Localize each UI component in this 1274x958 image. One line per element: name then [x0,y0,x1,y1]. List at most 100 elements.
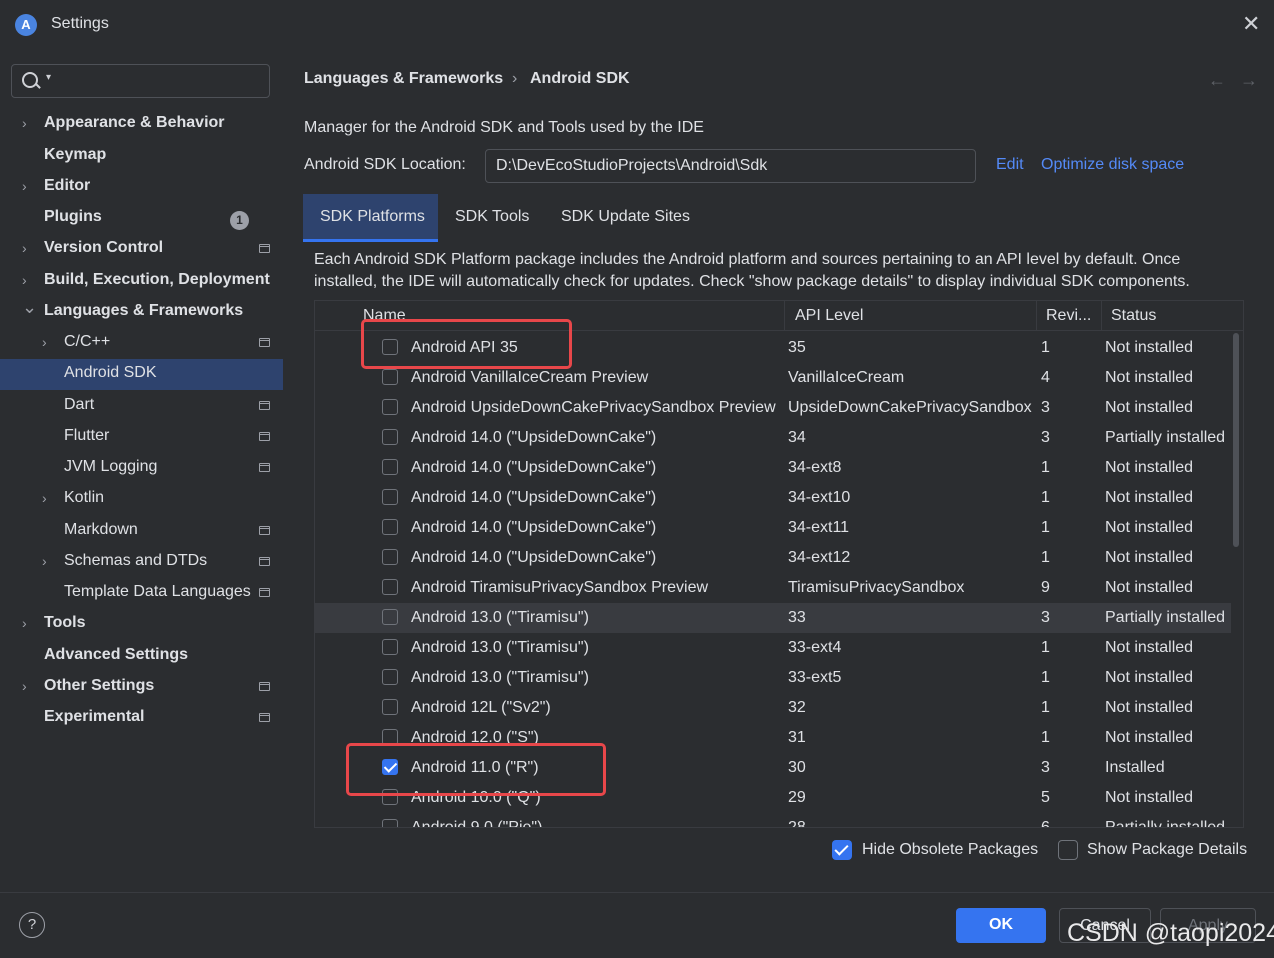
package-checkbox[interactable] [382,789,398,805]
table-row[interactable]: Android API 35 35 1 Not installed [315,333,1231,363]
package-checkbox[interactable] [382,579,398,595]
breadcrumb-current: Android SDK [530,70,630,87]
hide-obsolete-checkbox[interactable] [832,840,852,860]
package-checkbox[interactable] [382,699,398,715]
back-arrow-icon[interactable]: ← [1208,70,1226,91]
chevron-right-icon[interactable]: › [22,272,27,288]
table-row[interactable]: Android 9.0 ("Pie") 28 6 Partially installe… [315,813,1231,827]
sidebar-item-appearance-behavior[interactable]: › Appearance & Behavior [0,109,283,140]
table-row[interactable]: Android 14.0 ("UpsideDownCake") 34 3 Partia… [315,423,1231,453]
sidebar-item-jvm-logging[interactable]: JVM Logging [0,453,283,484]
package-checkbox[interactable] [382,639,398,655]
sidebar-item-editor[interactable]: › Editor [0,172,283,203]
table-scrollbar[interactable] [1233,333,1239,547]
project-settings-icon [259,713,270,722]
column-header-revision[interactable]: Revi... [1046,307,1091,325]
sidebar-item-label: Markdown [64,521,138,538]
table-row[interactable]: Android 11.0 ("R") 30 3 Installed [315,753,1231,783]
package-checkbox[interactable] [382,429,398,445]
sidebar-item-markdown[interactable]: Markdown [0,516,283,547]
api-level-cell: 33-ext5 [788,669,842,686]
sdk-location-field[interactable]: D:\DevEcoStudioProjects\Android\Sdk [485,149,976,183]
package-checkbox[interactable] [382,489,398,505]
sidebar-item-android-sdk[interactable]: Android SDK [0,359,283,390]
tab-sdk-platforms[interactable]: SDK Platforms [303,194,438,242]
close-icon[interactable]: ✕ [1242,13,1260,35]
edit-link[interactable]: Edit [996,156,1024,174]
package-checkbox[interactable] [382,339,398,355]
revision-cell: 9 [1041,579,1050,596]
table-row[interactable]: Android 14.0 ("UpsideDownCake") 34-ext12 1… [315,543,1231,573]
sidebar-item-template-data-languages[interactable]: Template Data Languages [0,578,283,609]
package-name-cell: Android 13.0 ("Tiramisu") [411,639,589,656]
sidebar-item-kotlin[interactable]: › Kotlin [0,484,283,515]
chevron-down-icon[interactable]: ▾ [46,72,51,83]
sidebar-item-build-execution-deployment[interactable]: › Build, Execution, Deployment [0,266,283,297]
table-row[interactable]: Android 14.0 ("UpsideDownCake") 34-ext8 1 N… [315,453,1231,483]
sidebar-item-other-settings[interactable]: › Other Settings [0,672,283,703]
search-input[interactable]: ▾ [11,64,270,98]
hide-obsolete-label[interactable]: Hide Obsolete Packages [862,841,1038,859]
package-checkbox[interactable] [382,729,398,745]
table-row[interactable]: Android 13.0 ("Tiramisu") 33-ext5 1 Not ins… [315,663,1231,693]
chevron-right-icon[interactable]: › [42,334,47,350]
table-row[interactable]: Android VanillaIceCream Preview VanillaIc… [315,363,1231,393]
package-checkbox[interactable] [382,399,398,415]
column-header-status[interactable]: Status [1111,307,1156,325]
table-row[interactable]: Android 14.0 ("UpsideDownCake") 34-ext10 1… [315,483,1231,513]
column-divider[interactable] [1036,301,1037,331]
chevron-right-icon[interactable]: › [42,553,47,569]
sidebar-item-dart[interactable]: Dart [0,391,283,422]
sidebar-item-tools[interactable]: › Tools [0,609,283,640]
column-divider[interactable] [1101,301,1102,331]
package-checkbox[interactable] [382,549,398,565]
sdk-platforms-info: Each Android SDK Platform package includ… [314,251,1190,290]
show-package-details-label[interactable]: Show Package Details [1087,841,1247,859]
tab-label: SDK Tools [455,208,530,225]
chevron-right-icon[interactable]: › [22,240,27,256]
sidebar-item-flutter[interactable]: Flutter [0,422,283,453]
sidebar-item-version-control[interactable]: › Version Control [0,234,283,265]
sidebar-item-c-c[interactable]: › C/C++ [0,328,283,359]
package-checkbox[interactable] [382,759,398,775]
tab-sdk-tools[interactable]: SDK Tools [438,194,544,242]
package-checkbox[interactable] [382,669,398,685]
chevron-right-icon[interactable]: › [22,115,27,131]
table-row[interactable]: Android 10.0 ("Q") 29 5 Not installed [315,783,1231,813]
package-checkbox[interactable] [382,819,398,827]
package-checkbox[interactable] [382,459,398,475]
chevron-right-icon[interactable]: › [22,678,27,694]
tab-sdk-update-sites[interactable]: SDK Update Sites [544,194,704,242]
sidebar-item-schemas-and-dtds[interactable]: › Schemas and DTDs [0,547,283,578]
sidebar-item-languages-frameworks[interactable]: ⌄ Languages & Frameworks [0,297,283,328]
help-icon[interactable]: ? [19,912,45,938]
chevron-right-icon[interactable]: › [42,490,47,506]
table-row[interactable]: Android 12.0 ("S") 31 1 Not installed [315,723,1231,753]
table-row[interactable]: Android 12L ("Sv2") 32 1 Not installed [315,693,1231,723]
table-row[interactable]: Android 14.0 ("UpsideDownCake") 34-ext11 1… [315,513,1231,543]
table-row[interactable]: Android 13.0 ("Tiramisu") 33-ext4 1 Not ins… [315,633,1231,663]
column-divider[interactable] [784,301,785,331]
package-checkbox[interactable] [382,369,398,385]
column-header-name[interactable]: Name [363,307,406,325]
table-row[interactable]: Android 13.0 ("Tiramisu") 33 3 Partially in… [315,603,1231,633]
sidebar-item-plugins[interactable]: Plugins 1 [0,203,283,234]
breadcrumb-parent[interactable]: Languages & Frameworks [304,70,503,88]
column-header-api-level[interactable]: API Level [795,307,863,325]
sdk-platforms-table: Name API Level Revi... Status Android AP… [314,300,1244,828]
package-checkbox[interactable] [382,519,398,535]
ok-button[interactable]: OK [956,908,1046,943]
package-checkbox[interactable] [382,609,398,625]
sidebar-item-keymap[interactable]: Keymap [0,141,283,172]
chevron-right-icon[interactable]: › [22,615,27,631]
forward-arrow-icon[interactable]: → [1240,70,1258,91]
sidebar-item-experimental[interactable]: Experimental [0,703,283,734]
sidebar-item-advanced-settings[interactable]: Advanced Settings [0,641,283,672]
chevron-down-icon[interactable]: ⌄ [22,297,37,318]
chevron-right-icon[interactable]: › [22,178,27,194]
show-package-details-checkbox[interactable] [1058,840,1078,860]
optimize-disk-space-link[interactable]: Optimize disk space [1041,156,1184,174]
table-row[interactable]: Android UpsideDownCakePrivacySandbox Pre… [315,393,1231,423]
tab-label: SDK Platforms [320,208,425,225]
table-row[interactable]: Android TiramisuPrivacySandbox Preview Ti… [315,573,1231,603]
